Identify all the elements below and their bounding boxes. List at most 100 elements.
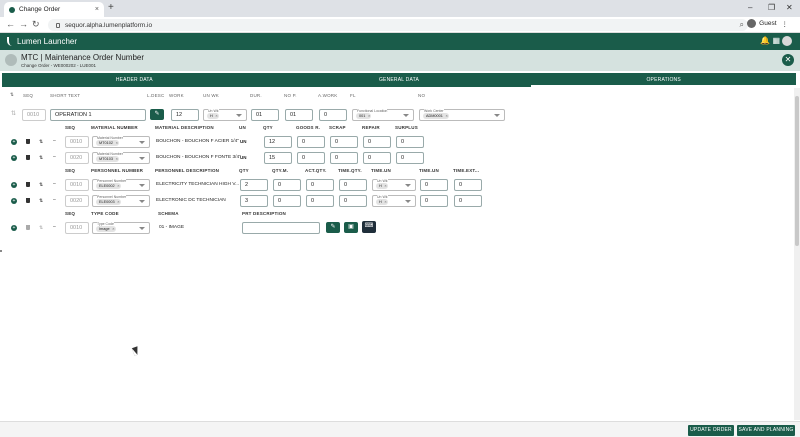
add-row-icon[interactable]: + xyxy=(11,139,17,145)
minimize-icon[interactable]: – xyxy=(748,3,752,12)
notification-bell-icon[interactable]: 🔔 xyxy=(760,36,770,45)
tab-general-data[interactable]: GENERAL DATA xyxy=(267,73,532,87)
per-time-qty-field[interactable]: 0 xyxy=(339,195,367,207)
mat-qty-field[interactable]: 15 xyxy=(264,152,292,164)
op-short-text-field[interactable]: OPERATION 1 xyxy=(50,109,146,121)
per-qty-m-field[interactable]: 0 xyxy=(273,179,301,191)
keyboard-icon[interactable]: ⌨ xyxy=(362,221,376,233)
tab-header-data[interactable]: HEADER DATA xyxy=(2,73,267,87)
op-work-field[interactable]: 12 xyxy=(171,109,199,121)
chip-remove-icon[interactable]: × xyxy=(112,226,114,232)
add-row-icon[interactable]: + xyxy=(11,155,17,161)
op-dur-field[interactable]: 01 xyxy=(251,109,279,121)
mat-seq-field[interactable]: 0020 xyxy=(65,152,89,164)
delete-row-icon[interactable] xyxy=(26,139,30,144)
mat-surplus-field[interactable]: 0 xyxy=(396,152,424,164)
tab-operations[interactable]: OPERATIONS xyxy=(531,73,797,87)
per-time-qty-field[interactable]: 0 xyxy=(339,179,367,191)
profile-button[interactable]: Guest ⋮ xyxy=(747,19,788,28)
chip-remove-icon[interactable]: × xyxy=(384,199,386,205)
reload-icon[interactable]: ↻ xyxy=(32,20,40,29)
delete-row-icon[interactable] xyxy=(26,155,30,160)
add-row-icon[interactable]: + xyxy=(11,225,17,231)
update-order-button[interactable]: UPDATE ORDER xyxy=(688,425,734,436)
move-row-icon[interactable]: ⇅ xyxy=(39,139,43,145)
per-time-un2-field[interactable]: 0 xyxy=(420,179,448,191)
mat-number-chip: MT0102 × xyxy=(96,140,119,146)
mat-goods-field[interactable]: 0 xyxy=(297,136,325,148)
mat-scrap-field[interactable]: 0 xyxy=(330,152,358,164)
back-icon[interactable]: ← xyxy=(6,20,15,29)
maximize-icon[interactable]: ❐ xyxy=(768,3,775,12)
scrollbar-thumb[interactable] xyxy=(795,96,799,246)
mat-number-select[interactable]: Material Number MT0103 × xyxy=(92,152,150,164)
chip-remove-icon[interactable]: × xyxy=(215,113,217,119)
op-functional-location-select[interactable]: Functional Location 001 × xyxy=(352,109,414,121)
per-number-select[interactable]: Personnel Number ELE0003 × xyxy=(92,195,150,207)
chip-remove-icon[interactable]: × xyxy=(117,183,119,189)
op-a-work-field[interactable]: 0 xyxy=(319,109,347,121)
new-tab-button[interactable]: + xyxy=(108,3,114,13)
browser-tab[interactable]: Change Order × xyxy=(4,2,104,17)
op-work-center-select[interactable]: Work Center ADM0001 × xyxy=(419,109,505,121)
per-time-un-select[interactable]: Un Wk H × xyxy=(372,179,416,191)
image-preview-button[interactable]: ▣ xyxy=(344,222,358,233)
per-qty-field[interactable]: 2 xyxy=(240,179,268,191)
move-row-icon[interactable]: ⇅ xyxy=(39,198,43,204)
per-time-un2-field[interactable]: 0 xyxy=(420,195,448,207)
close-page-button[interactable]: ✕ xyxy=(782,54,794,66)
apps-grid-icon[interactable]: ▦ xyxy=(772,36,780,45)
move-row-icon[interactable]: ⇅ xyxy=(39,225,43,231)
delete-row-icon[interactable] xyxy=(26,182,30,187)
per-seq-field[interactable]: 0010 xyxy=(65,179,89,191)
user-avatar[interactable] xyxy=(782,36,792,46)
add-row-icon[interactable]: + xyxy=(11,198,17,204)
forward-icon[interactable]: → xyxy=(19,20,28,29)
edit-document-button[interactable]: ✎ xyxy=(326,222,340,233)
chip-remove-icon[interactable]: × xyxy=(446,113,448,119)
chip-remove-icon[interactable]: × xyxy=(117,199,119,205)
url-field[interactable]: sequor.alpha.lumenplatform.io xyxy=(48,19,748,31)
mat-seq-field[interactable]: 0010 xyxy=(65,136,89,148)
chip-remove-icon[interactable]: × xyxy=(116,156,118,162)
browser-menu-icon[interactable]: ⋮ xyxy=(782,20,789,28)
chip-remove-icon[interactable]: × xyxy=(116,140,118,146)
add-row-icon[interactable]: + xyxy=(11,182,17,188)
move-row-icon[interactable]: ⇅ xyxy=(39,155,43,161)
per-time-ext-field[interactable]: 0 xyxy=(454,195,482,207)
chip-remove-icon[interactable]: × xyxy=(368,113,370,119)
doc-prt-description-field[interactable] xyxy=(242,222,320,234)
drag-handle-icon[interactable]: ⇅ xyxy=(11,111,16,117)
per-time-un-select[interactable]: Un Wk H × xyxy=(372,195,416,207)
op-un-wk-select[interactable]: Un Wk H × xyxy=(203,109,247,121)
per-time-ext-field[interactable]: 0 xyxy=(454,179,482,191)
mat-goods-field[interactable]: 0 xyxy=(297,152,325,164)
per-act-qty-field[interactable]: 0 xyxy=(306,195,334,207)
save-and-planning-button[interactable]: SAVE AND PLANNING xyxy=(737,425,795,436)
op-no-p-field[interactable]: 01 xyxy=(285,109,313,121)
per-seq-field[interactable]: 0020 xyxy=(65,195,89,207)
per-qty-m-field[interactable]: 0 xyxy=(273,195,301,207)
per-qty-field[interactable]: 3 xyxy=(240,195,268,207)
mat-surplus-field[interactable]: 0 xyxy=(396,136,424,148)
per-act-qty-field[interactable]: 0 xyxy=(306,179,334,191)
close-tab-icon[interactable]: × xyxy=(95,6,99,13)
resize-handle[interactable] xyxy=(0,250,2,252)
mat-repair-field[interactable]: 0 xyxy=(363,152,391,164)
mat-number-select[interactable]: Material Number MT0102 × xyxy=(92,136,150,148)
long-description-edit-button[interactable]: ✎ xyxy=(150,109,164,120)
doc-type-select[interactable]: Type Code Image × xyxy=(92,222,150,234)
delete-row-icon[interactable] xyxy=(26,225,30,230)
per-number-select[interactable]: Personnel Number ELE0002 × xyxy=(92,179,150,191)
mat-repair-field[interactable]: 0 xyxy=(363,136,391,148)
doc-seq-field[interactable]: 0010 xyxy=(65,222,89,234)
sort-icon[interactable]: ⇅ xyxy=(10,92,14,98)
zoom-icon[interactable]: ⌕ xyxy=(740,20,744,30)
delete-row-icon[interactable] xyxy=(26,198,30,203)
window-close-icon[interactable]: ✕ xyxy=(786,3,793,12)
mat-scrap-field[interactable]: 0 xyxy=(330,136,358,148)
move-row-icon[interactable]: ⇅ xyxy=(39,182,43,188)
chip-remove-icon[interactable]: × xyxy=(384,183,386,189)
mat-qty-field[interactable]: 12 xyxy=(264,136,292,148)
op-seq-field[interactable]: 0010 xyxy=(22,109,46,121)
